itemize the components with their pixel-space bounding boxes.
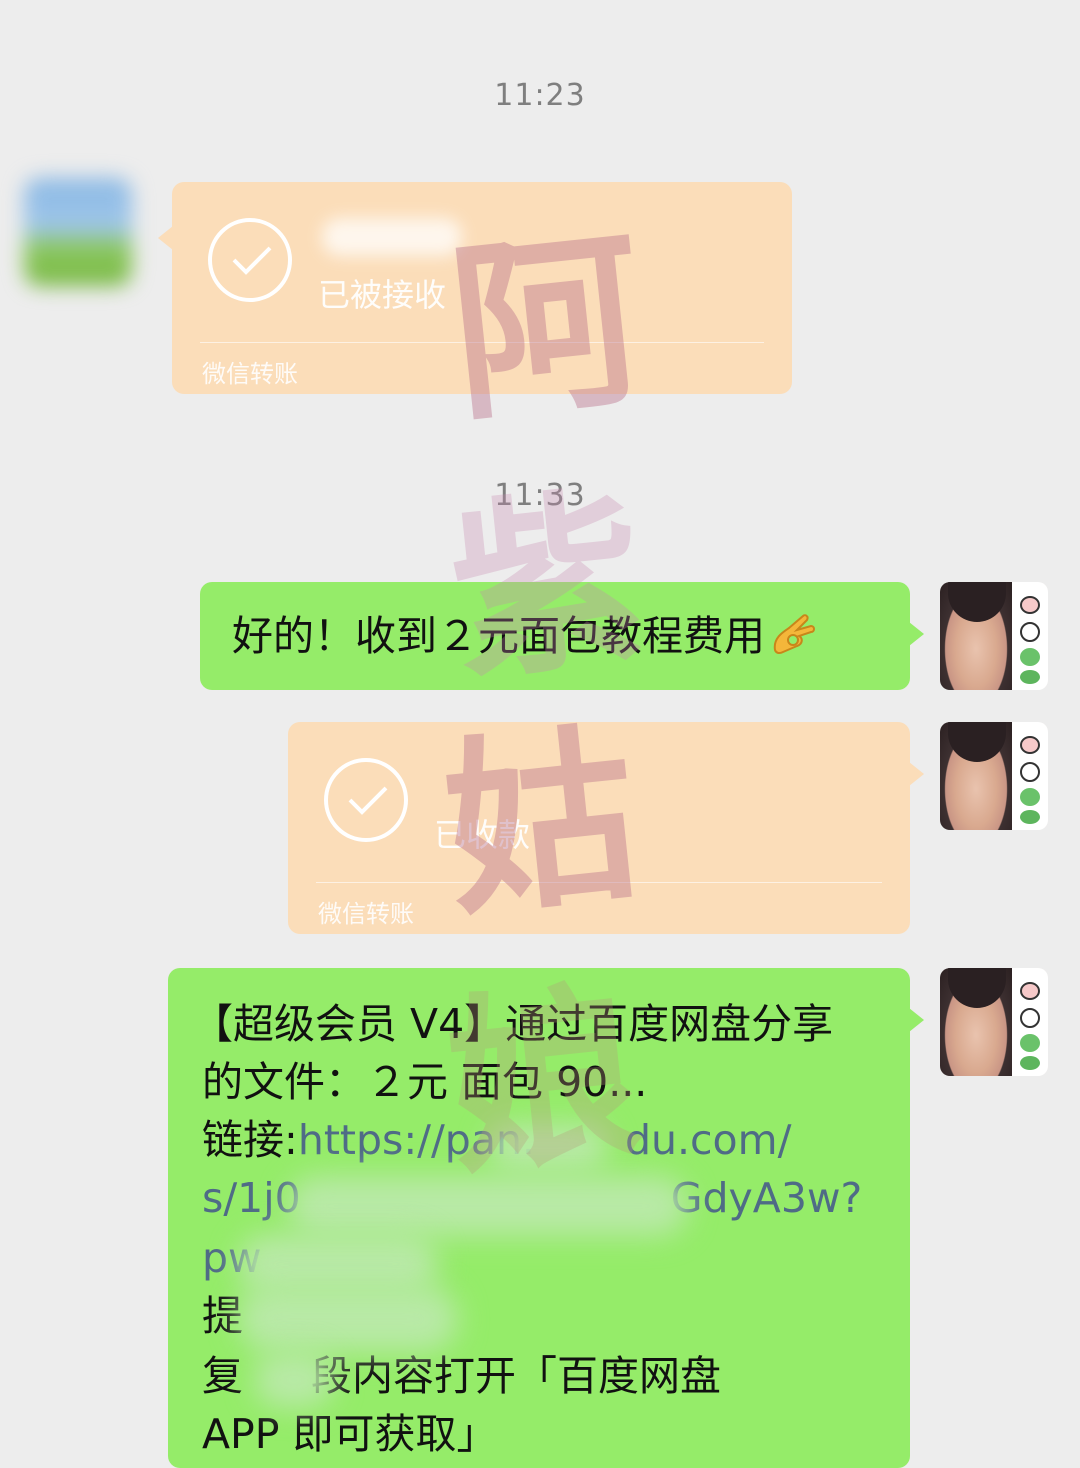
message-bubble[interactable]: 好的！收到２元面包教程费用 [200, 582, 924, 690]
check-circle-icon [208, 218, 292, 302]
redacted-amount [322, 218, 462, 256]
share-line: 【超级会员 V4】通过百度网盘分享 [192, 1000, 834, 1048]
contact-avatar[interactable] [24, 178, 132, 286]
divider [200, 342, 764, 343]
share-message-bubble[interactable]: 【超级会员 V4】通过百度网盘分享 的文件：２元 面包 90... 链接:htt… [168, 968, 924, 1468]
avatar-stickers [1012, 968, 1048, 1076]
transfer-status: 已收款 [434, 816, 531, 854]
message-text: 好的！收到２元面包教程费用 [232, 612, 765, 660]
share-line: APP 即可获取」 [202, 1410, 498, 1458]
ok-hand-icon [773, 614, 815, 655]
link-prefix: 链接: [202, 1116, 298, 1164]
transfer-label: 微信转账 [202, 360, 298, 388]
transfer-bubble-sent[interactable]: 已收款 微信转账 [288, 722, 924, 934]
avatar-stickers [1012, 582, 1048, 690]
self-avatar[interactable] [940, 722, 1048, 830]
share-link[interactable]: GdyA3w? [671, 1174, 863, 1222]
redaction-blur [488, 1124, 608, 1170]
redaction-blur [288, 1176, 688, 1236]
avatar-stickers [1012, 722, 1048, 830]
self-avatar[interactable] [940, 582, 1048, 690]
transfer-status: 已被接收 [318, 276, 447, 314]
check-circle-icon [324, 758, 408, 842]
transfer-label: 微信转账 [318, 900, 414, 928]
transfer-bubble-received[interactable]: 已被接收 微信转账 [158, 182, 792, 394]
timestamp: 11:23 [494, 78, 586, 113]
divider [316, 882, 882, 883]
self-avatar[interactable] [940, 968, 1048, 1076]
share-line: 的文件：２元 面包 90... [202, 1058, 648, 1106]
redaction-blur [238, 1286, 458, 1352]
share-line: 提 [202, 1292, 243, 1340]
timestamp: 11:33 [494, 478, 586, 513]
redaction-blur [238, 1234, 438, 1294]
share-link[interactable]: du.com/ [625, 1116, 791, 1164]
share-link[interactable]: s/1j0 [202, 1174, 301, 1222]
redaction-blur [254, 1352, 334, 1408]
